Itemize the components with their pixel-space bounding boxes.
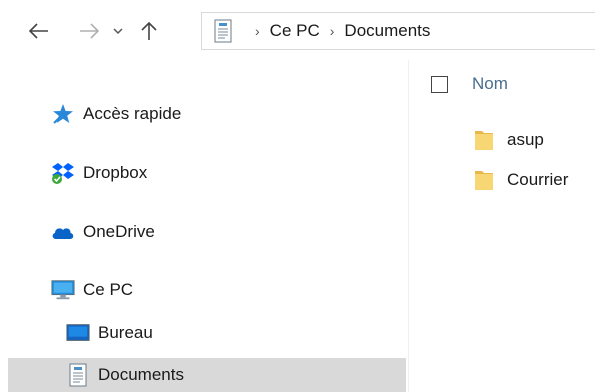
file-name: asup	[507, 130, 544, 149]
recent-locations-button[interactable]	[108, 16, 128, 46]
address-bar[interactable]: › Ce PC › Documents	[201, 12, 595, 50]
computer-icon	[51, 278, 75, 302]
breadcrumb-separator-icon: ›	[329, 23, 335, 39]
documents-icon	[66, 363, 90, 387]
nav-item-label: Documents	[98, 365, 184, 384]
breadcrumb-documents[interactable]: Documents	[344, 21, 430, 41]
arrow-right-icon	[80, 23, 100, 39]
chevron-down-icon	[113, 28, 123, 35]
up-button[interactable]	[136, 16, 162, 46]
nav-item-label: Dropbox	[83, 163, 148, 182]
folder-icon	[473, 168, 497, 192]
breadcrumb-separator-icon: ›	[255, 23, 260, 39]
forward-button[interactable]	[76, 16, 102, 46]
nav-item-label: OneDrive	[83, 222, 155, 241]
nav-item-bureau[interactable]: Bureau	[8, 316, 406, 350]
star-icon	[51, 102, 75, 126]
column-header-label: Nom	[472, 74, 508, 93]
arrow-left-icon	[28, 23, 48, 39]
back-button[interactable]	[26, 16, 52, 46]
nav-item-label: Bureau	[98, 323, 153, 342]
nav-item-label: Ce PC	[83, 280, 134, 299]
nav-item-label: Accès rapide	[83, 104, 182, 123]
folder-icon	[473, 128, 497, 152]
nav-item-documents[interactable]: Documents	[8, 358, 406, 392]
nav-item-acces-rapide[interactable]: Accès rapide	[8, 97, 406, 131]
cloud-icon	[51, 220, 75, 244]
document-folder-icon	[213, 19, 233, 43]
arrow-up-icon	[141, 21, 157, 40]
list-item-courrier[interactable]: Courrier	[473, 164, 568, 196]
column-header-nom[interactable]: Nom	[431, 74, 508, 94]
nav-item-ce-pc[interactable]: Ce PC	[8, 273, 406, 307]
nav-item-onedrive[interactable]: OneDrive	[8, 215, 406, 249]
breadcrumb-ce-pc[interactable]: Ce PC	[270, 21, 320, 41]
list-item-asup[interactable]: asup	[473, 124, 544, 156]
file-name: Courrier	[507, 170, 569, 189]
dropbox-icon	[51, 161, 75, 185]
select-all-checkbox[interactable]	[431, 75, 448, 93]
desktop-icon	[66, 321, 90, 345]
file-list: Nom asup Courrier	[409, 60, 595, 392]
nav-item-dropbox[interactable]: Dropbox	[8, 156, 406, 190]
